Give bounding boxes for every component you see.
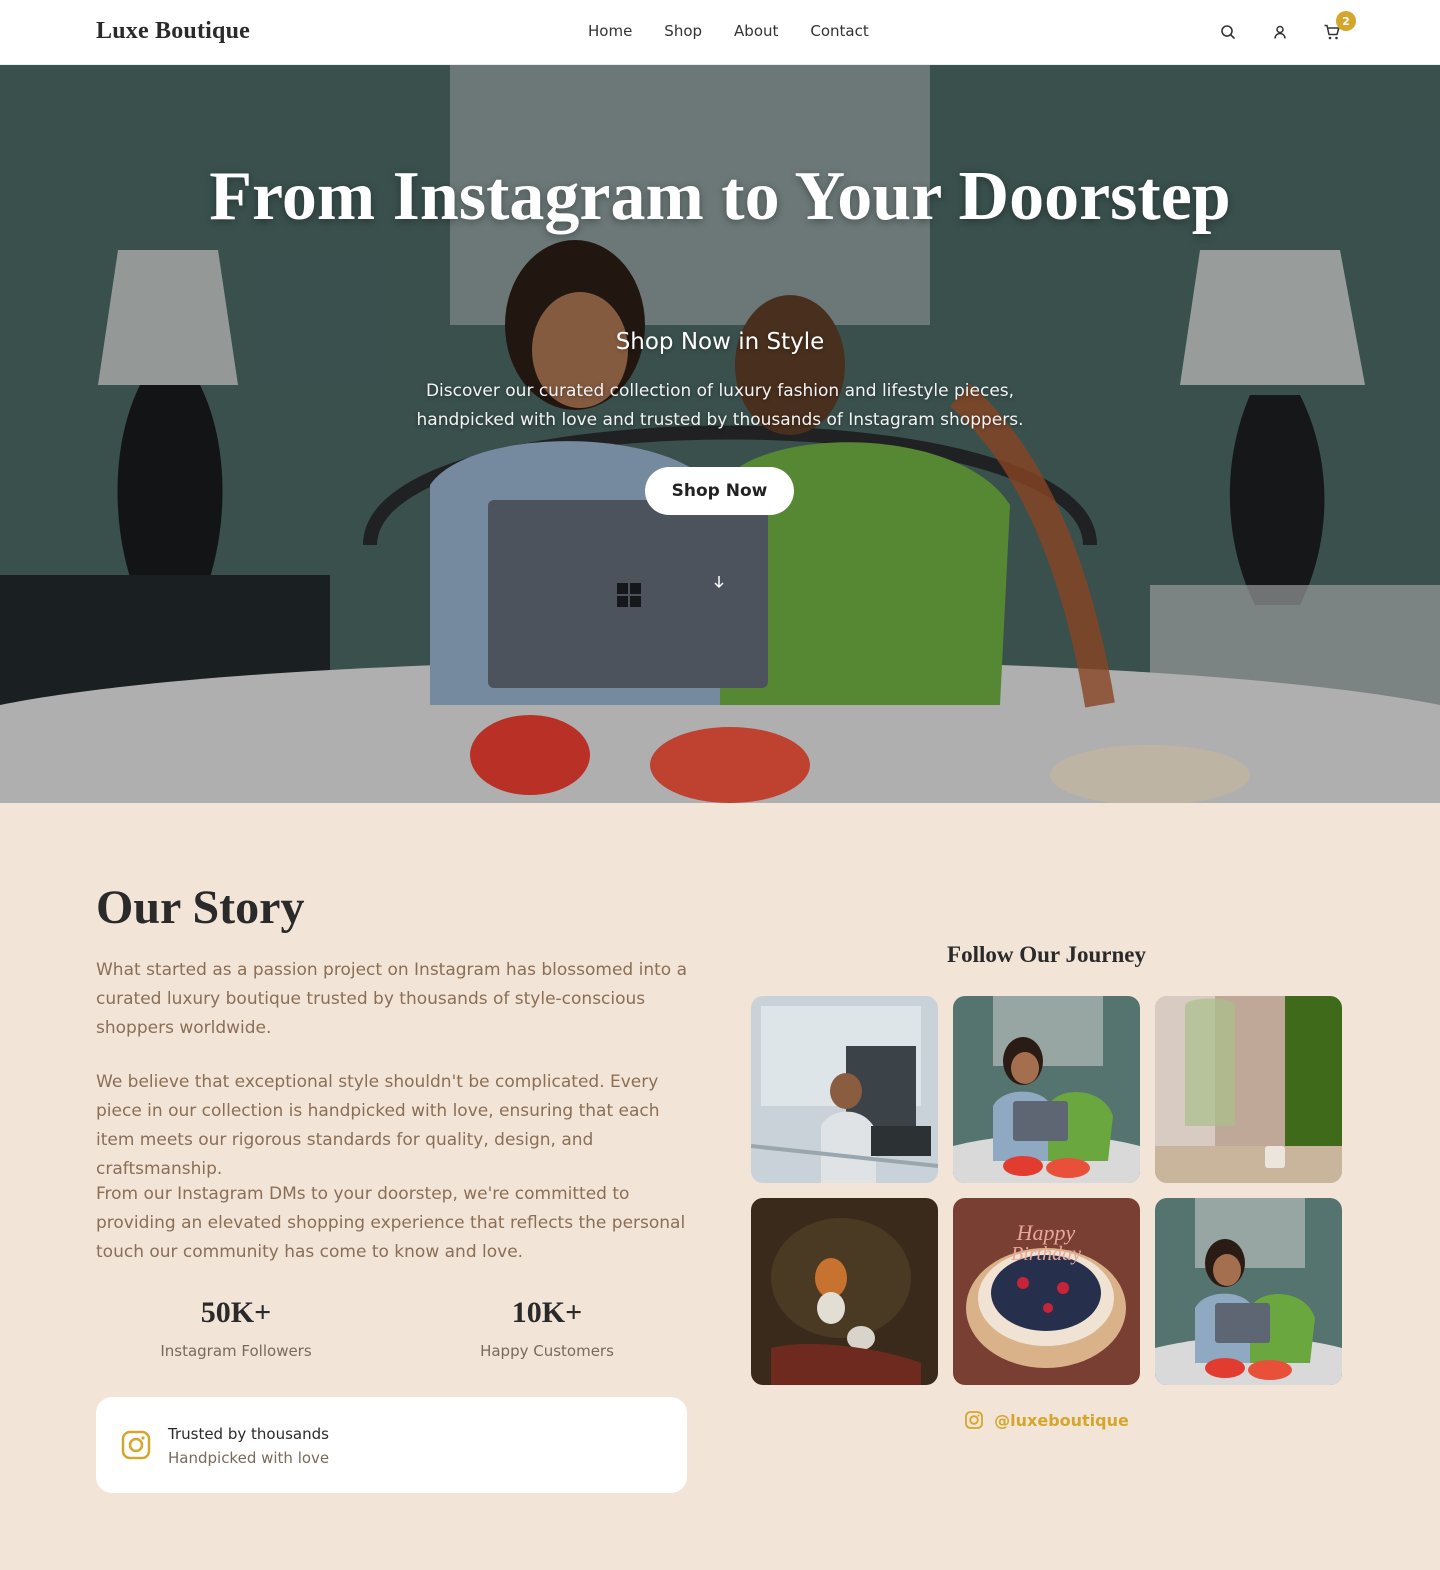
main-nav: Home Shop About Contact xyxy=(588,22,869,40)
nav-shop[interactable]: Shop xyxy=(664,22,702,40)
user-icon[interactable] xyxy=(1268,20,1292,44)
nav-contact[interactable]: Contact xyxy=(810,22,868,40)
gallery-image[interactable] xyxy=(1155,996,1342,1183)
stat-label: Instagram Followers xyxy=(160,1342,312,1360)
instagram-gallery: Happy Birthday xyxy=(751,996,1342,1385)
header-actions: 2 xyxy=(1216,11,1356,44)
hero-title: From Instagram to Your Doorstep xyxy=(209,158,1231,235)
shop-now-button[interactable]: Shop Now xyxy=(645,467,794,515)
instagram-handle-link[interactable]: @luxeboutique xyxy=(751,1410,1342,1430)
hero-description: Discover our curated collection of luxur… xyxy=(416,381,1024,430)
stat-value: 10K+ xyxy=(511,1296,583,1329)
story-title: Our Story xyxy=(96,881,305,934)
trust-title: Trusted by thousands xyxy=(168,1425,329,1443)
cart-count-badge: 2 xyxy=(1336,11,1356,31)
story-paragraph: From our Instagram DMs to your doorstep,… xyxy=(96,1184,686,1262)
instagram-icon xyxy=(121,1430,151,1460)
hero-subtitle: Shop Now in Style xyxy=(615,329,825,355)
follow-title: Follow Our Journey xyxy=(947,942,1146,967)
stat-customers: 10K+ Happy Customers xyxy=(417,1296,677,1360)
instagram-icon xyxy=(965,1411,984,1429)
hero-section: From Instagram to Your Doorstep Shop Now… xyxy=(0,65,1440,803)
gallery-image[interactable] xyxy=(1155,1198,1342,1385)
trust-subtitle: Handpicked with love xyxy=(168,1449,330,1467)
svg-text:Birthday: Birthday xyxy=(1011,1243,1081,1265)
instagram-handle: @luxeboutique xyxy=(994,1410,1129,1430)
gallery-image[interactable]: Happy Birthday xyxy=(953,1198,1140,1385)
cart-icon[interactable]: 2 xyxy=(1320,11,1356,44)
story-paragraph: We believe that exceptional style should… xyxy=(96,1072,660,1179)
search-icon[interactable] xyxy=(1216,20,1240,44)
gallery-image[interactable] xyxy=(953,996,1140,1183)
stat-label: Happy Customers xyxy=(480,1342,614,1360)
brand-logo[interactable]: Luxe Boutique xyxy=(96,18,250,45)
arrow-down-icon[interactable] xyxy=(712,575,726,589)
nav-home[interactable]: Home xyxy=(588,22,632,40)
stat-value: 50K+ xyxy=(200,1296,272,1329)
svg-text:Happy: Happy xyxy=(1016,1220,1076,1245)
gallery-image[interactable] xyxy=(751,1198,938,1385)
stat-followers: 50K+ Instagram Followers xyxy=(106,1296,366,1360)
story-paragraph: What started as a passion project on Ins… xyxy=(96,960,687,1038)
site-header: Luxe Boutique Home Shop About Contact 2 xyxy=(0,0,1440,65)
trust-card: Trusted by thousands Handpicked with lov… xyxy=(96,1397,687,1493)
nav-about[interactable]: About xyxy=(734,22,778,40)
gallery-image[interactable] xyxy=(751,996,938,1183)
